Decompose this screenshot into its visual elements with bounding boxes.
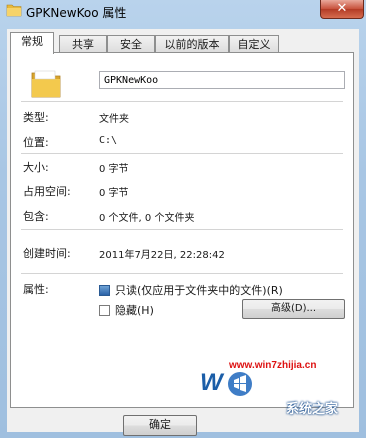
folder-icon bbox=[31, 70, 61, 98]
divider bbox=[21, 153, 343, 154]
window-title: GPKNewKoo 属性 bbox=[26, 6, 127, 20]
readonly-checkbox[interactable] bbox=[99, 285, 110, 296]
tab-general[interactable]: 常规 bbox=[10, 32, 54, 54]
svg-text:W: W bbox=[200, 369, 225, 396]
folder-icon bbox=[6, 4, 22, 17]
created-label: 创建时间: bbox=[23, 247, 71, 260]
location-value: C:\ bbox=[99, 135, 118, 146]
folder-name-field[interactable]: GPKNewKoo bbox=[99, 71, 345, 89]
properties-window: GPKNewKoo 属性 ✕ 常规 共享 安全 以前的版本 自定义 GPKNew… bbox=[0, 0, 366, 438]
created-value: 2011年7月22日, 22:28:42 bbox=[99, 250, 225, 261]
tab-customize[interactable]: 自定义 bbox=[229, 35, 279, 53]
tab-previous-versions[interactable]: 以前的版本 bbox=[155, 35, 229, 53]
hidden-checkbox[interactable] bbox=[99, 305, 110, 316]
watermark-logo-icon: W bbox=[200, 369, 252, 396]
title-bar[interactable]: GPKNewKoo 属性 ✕ bbox=[0, 0, 366, 22]
attributes-label: 属性: bbox=[23, 283, 49, 296]
watermark-brand: 系统之家 bbox=[286, 402, 339, 417]
advanced-button[interactable]: 高级(D)... bbox=[242, 299, 345, 319]
tab-strip: 常规 共享 安全 以前的版本 自定义 bbox=[7, 29, 359, 54]
close-button[interactable]: ✕ bbox=[320, 0, 364, 19]
divider bbox=[21, 229, 343, 230]
size-value: 0 字节 bbox=[99, 164, 129, 175]
type-value: 文件夹 bbox=[99, 114, 129, 125]
general-panel: GPKNewKoo 类型: 文件夹 位置: C:\ 大小: 0 字节 占用空间:… bbox=[10, 52, 354, 408]
contains-label: 包含: bbox=[23, 210, 49, 223]
disk-size-label: 占用空间: bbox=[23, 185, 71, 198]
size-label: 大小: bbox=[23, 161, 49, 174]
ok-button[interactable]: 确定 bbox=[123, 415, 197, 436]
location-label: 位置: bbox=[23, 136, 49, 149]
disk-size-value: 0 字节 bbox=[99, 188, 129, 199]
readonly-label[interactable]: 只读(仅应用于文件夹中的文件)(R) bbox=[115, 282, 283, 298]
contains-value: 0 个文件, 0 个文件夹 bbox=[99, 213, 195, 224]
divider bbox=[21, 273, 343, 274]
tab-security[interactable]: 安全 bbox=[107, 35, 155, 53]
hidden-label[interactable]: 隐藏(H) bbox=[115, 302, 154, 318]
type-label: 类型: bbox=[23, 111, 49, 124]
divider bbox=[21, 101, 343, 102]
tab-sharing[interactable]: 共享 bbox=[59, 35, 107, 53]
